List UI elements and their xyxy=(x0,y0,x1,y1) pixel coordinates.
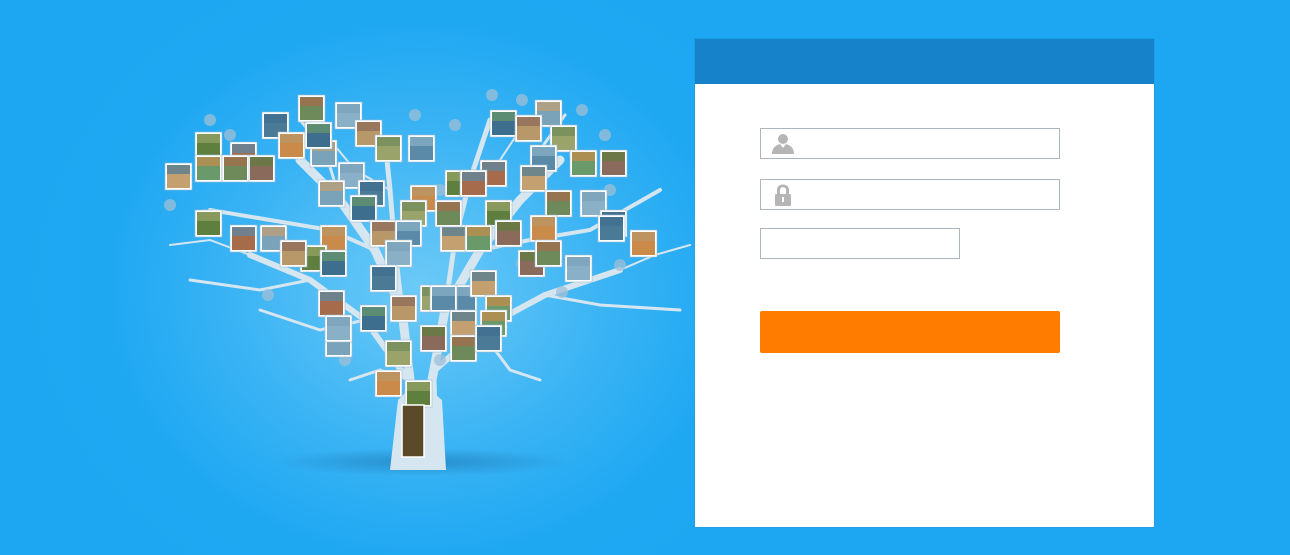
photo-thumbnail xyxy=(434,199,463,228)
username-input[interactable] xyxy=(799,129,1054,158)
photo-thumbnail xyxy=(459,169,488,198)
photo-thumbnail xyxy=(407,134,436,163)
leaf-dot xyxy=(262,289,274,301)
captcha-field[interactable] xyxy=(760,228,960,259)
leaf-dot xyxy=(204,114,216,126)
photo-thumbnail xyxy=(564,254,593,283)
user-icon xyxy=(771,133,795,155)
photo-thumbnail xyxy=(319,249,348,278)
photo-thumbnail xyxy=(317,289,346,318)
photo-thumbnail xyxy=(404,379,433,408)
photo-thumbnail xyxy=(401,404,425,458)
photo-thumbnail xyxy=(359,304,388,333)
photo-thumbnail xyxy=(449,309,478,338)
login-panel-header xyxy=(695,39,1154,84)
password-input[interactable] xyxy=(799,180,1054,209)
photo-thumbnail xyxy=(449,334,478,363)
photo-thumbnail xyxy=(494,219,523,248)
photo-thumbnail xyxy=(194,154,223,183)
leaf-dot xyxy=(486,89,498,101)
leaf-dot xyxy=(556,286,568,298)
photo-thumbnail xyxy=(384,239,413,268)
photo-thumbnail xyxy=(489,109,518,138)
password-field[interactable] xyxy=(760,179,1060,210)
photo-thumbnail xyxy=(369,264,398,293)
lock-icon xyxy=(771,184,795,206)
tree-photos xyxy=(164,94,658,458)
photo-thumbnail xyxy=(384,339,413,368)
login-button[interactable] xyxy=(760,311,1060,353)
photo-thumbnail xyxy=(349,194,378,223)
photo-thumbnail xyxy=(304,121,333,150)
leaf-dot xyxy=(614,259,626,271)
photo-thumbnail xyxy=(297,94,326,123)
photo-thumbnail xyxy=(569,149,598,178)
leaf-dot xyxy=(164,199,176,211)
photo-thumbnail xyxy=(247,154,276,183)
photo-thumbnail xyxy=(534,239,563,268)
photo-thumbnail xyxy=(317,179,346,208)
photo-thumbnail xyxy=(279,239,308,268)
leaf-dot xyxy=(599,129,611,141)
username-field[interactable] xyxy=(760,128,1060,159)
photo-thumbnail xyxy=(374,369,403,398)
photo-thumbnail xyxy=(439,224,468,253)
leaf-dot xyxy=(434,354,446,366)
login-panel xyxy=(695,39,1154,527)
photo-thumbnail xyxy=(164,162,193,191)
photo-thumbnail xyxy=(514,114,543,143)
photo-thumbnail xyxy=(277,131,306,160)
leaf-dot xyxy=(224,129,236,141)
leaf-dot xyxy=(409,109,421,121)
leaf-dot xyxy=(516,94,528,106)
photo-thumbnail xyxy=(519,164,548,193)
tree-graphic xyxy=(164,89,691,476)
photo-thumbnail xyxy=(474,324,503,353)
photo-thumbnail xyxy=(419,324,448,353)
photo-thumbnail xyxy=(221,154,250,183)
photo-thumbnail xyxy=(464,224,493,253)
photo-thumbnail xyxy=(229,224,258,253)
photo-thumbnail xyxy=(544,189,573,218)
leaf-dot xyxy=(449,119,461,131)
photo-thumbnail xyxy=(597,214,626,243)
photo-thumbnail xyxy=(629,229,658,258)
photo-thumbnail xyxy=(324,314,353,343)
photo-thumbnail xyxy=(599,149,628,178)
photo-thumbnail xyxy=(389,294,418,323)
captcha-input[interactable] xyxy=(769,229,954,258)
leaf-dot xyxy=(576,104,588,116)
photo-thumbnail xyxy=(429,284,458,313)
photo-thumbnail xyxy=(374,134,403,163)
photo-thumbnail xyxy=(469,269,498,298)
photo-tree-illustration xyxy=(150,80,710,480)
photo-thumbnail xyxy=(194,209,223,238)
photo-thumbnail xyxy=(529,214,558,243)
